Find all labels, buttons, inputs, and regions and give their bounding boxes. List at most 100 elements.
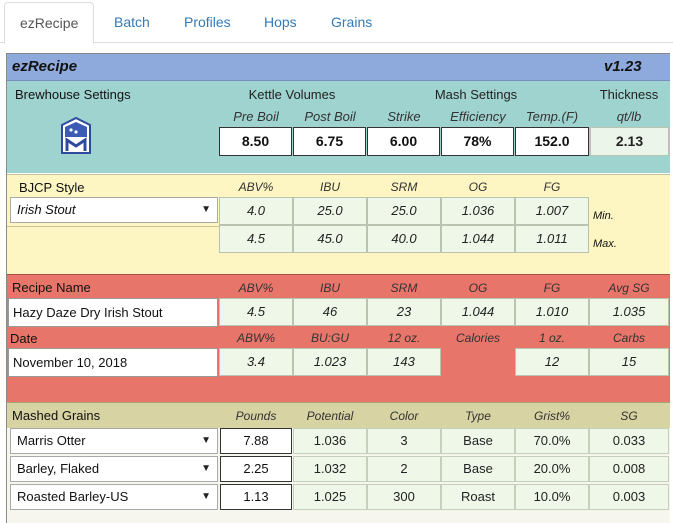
mashed-grains-label: Mashed Grains — [12, 408, 101, 423]
bjcp-min-fg: 1.007 — [515, 197, 589, 225]
bjcp-style-label: BJCP Style — [19, 180, 85, 195]
recipe-abv-header: ABV% — [238, 281, 274, 295]
bjcp-srm-header: SRM — [390, 180, 418, 194]
post-boil-header: Post Boil — [304, 109, 356, 124]
date-label: Date — [10, 331, 38, 346]
grain-pounds-input[interactable]: 2.25 — [220, 456, 292, 482]
bjcp-divider — [7, 226, 219, 227]
grain-potential: 1.036 — [293, 428, 367, 454]
grain-name: Marris Otter — [17, 433, 86, 448]
bjcp-min-label: Min. — [593, 210, 614, 222]
grain-color: 3 — [367, 428, 441, 454]
abw-header: ABW% — [236, 331, 275, 345]
tab-profiles[interactable]: Profiles — [169, 2, 246, 43]
kettle-volumes-label: Kettle Volumes — [248, 87, 336, 102]
grain-name: Roasted Barley-US — [17, 489, 129, 504]
bjcp-min-ibu: 25.0 — [293, 197, 367, 225]
bugu-value: 1.023 — [293, 348, 367, 376]
grains-header: Mashed Grains Pounds Potential Color Typ… — [7, 402, 670, 428]
bjcp-style-value: Irish Stout — [17, 202, 76, 217]
temp-input[interactable]: 152.0 — [515, 127, 589, 156]
calories-1oz-value: 12 — [515, 348, 589, 376]
recipe-fg-value: 1.010 — [515, 298, 589, 326]
bjcp-min-abv: 4.0 — [219, 197, 293, 225]
recipe-og-value: 1.044 — [441, 298, 515, 326]
pre-boil-header: Pre Boil — [233, 109, 279, 124]
brewhouse-logo-icon — [59, 115, 93, 155]
grain-potential: 1.025 — [293, 484, 367, 510]
bjcp-abv-header: ABV% — [238, 180, 274, 194]
carbs-value: 15 — [589, 348, 669, 376]
chevron-down-icon: ▼ — [201, 204, 211, 215]
tab-batch[interactable]: Batch — [99, 2, 165, 43]
grain-select[interactable]: Marris Otter ▼ — [10, 428, 218, 454]
grain-grist-header: Grist% — [534, 409, 570, 423]
recipe-sheet: ezRecipe v1.23 Brewhouse Settings Kettle… — [6, 53, 670, 523]
recipe-abv-value: 4.5 — [219, 298, 293, 326]
strike-input[interactable]: 6.00 — [367, 127, 440, 156]
grain-grist: 20.0% — [515, 456, 589, 482]
thickness-value: 2.13 — [590, 127, 669, 156]
grain-grist: 10.0% — [515, 484, 589, 510]
grain-pounds-input[interactable]: 7.88 — [220, 428, 292, 454]
grain-type-header: Type — [465, 409, 491, 423]
mash-settings-label: Mash Settings — [434, 87, 518, 102]
grain-type: Base — [441, 456, 515, 482]
bjcp-ibu-header: IBU — [319, 180, 340, 194]
efficiency-input[interactable]: 78% — [441, 127, 514, 156]
tab-hops[interactable]: Hops — [249, 2, 312, 43]
sheet-header: ezRecipe v1.23 — [7, 54, 670, 81]
calories-12oz-value: 143 — [367, 348, 441, 376]
tab-grains[interactable]: Grains — [316, 2, 387, 43]
chevron-down-icon: ▼ — [201, 463, 211, 474]
bjcp-max-srm: 40.0 — [367, 225, 441, 253]
chevron-down-icon: ▼ — [201, 491, 211, 502]
tab-bar: ezRecipe Batch Profiles Hops Grains — [0, 0, 673, 44]
temp-header: Temp.(F) — [525, 109, 579, 124]
recipe-avg-sg-header: Avg SG — [608, 281, 650, 295]
recipe-avg-sg-value: 1.035 — [589, 298, 669, 326]
date-input[interactable]: November 10, 2018 — [8, 348, 218, 377]
pre-boil-input[interactable]: 8.50 — [219, 127, 292, 156]
grain-type: Base — [441, 428, 515, 454]
grain-select[interactable]: Roasted Barley-US ▼ — [10, 484, 218, 510]
recipe-section: Recipe Name ABV% IBU SRM OG FG Avg SG Ha… — [7, 274, 670, 402]
recipe-ibu-value: 46 — [293, 298, 367, 326]
oz1-header: 1 oz. — [538, 331, 565, 345]
bjcp-style-select[interactable]: Irish Stout ▼ — [10, 197, 218, 223]
post-boil-input[interactable]: 6.75 — [293, 127, 366, 156]
bjcp-min-srm: 25.0 — [367, 197, 441, 225]
oz12-header: 12 oz. — [387, 331, 421, 345]
bjcp-max-ibu: 45.0 — [293, 225, 367, 253]
grain-name: Barley, Flaked — [17, 461, 100, 476]
bjcp-max-fg: 1.011 — [515, 225, 589, 253]
recipe-fg-header: FG — [543, 281, 561, 295]
recipe-name-input[interactable]: Hazy Daze Dry Irish Stout — [8, 298, 218, 327]
recipe-name-label: Recipe Name — [12, 280, 91, 295]
grain-grist: 70.0% — [515, 428, 589, 454]
grain-sg: 0.008 — [589, 456, 669, 482]
carbs-header: Carbs — [612, 331, 645, 345]
grain-sg-header: SG — [620, 409, 638, 423]
calories-header: Calories — [455, 331, 500, 345]
grains-list: Marris Otter ▼ 7.88 1.036 3 Base 70.0% 0… — [7, 428, 670, 523]
thickness-label: Thickness — [599, 87, 659, 102]
recipe-ibu-header: IBU — [319, 281, 340, 295]
strike-header: Strike — [387, 109, 421, 124]
bjcp-max-abv: 4.5 — [219, 225, 293, 253]
grain-color: 2 — [367, 456, 441, 482]
bjcp-max-og: 1.044 — [441, 225, 515, 253]
grain-potential: 1.032 — [293, 456, 367, 482]
recipe-srm-header: SRM — [390, 281, 418, 295]
tab-ezrecipe[interactable]: ezRecipe — [4, 2, 95, 44]
bjcp-fg-header: FG — [543, 180, 561, 194]
chevron-down-icon: ▼ — [201, 435, 211, 446]
brewhouse-label: Brewhouse Settings — [15, 87, 131, 102]
version-label: v1.23 — [604, 58, 642, 75]
grain-select[interactable]: Barley, Flaked ▼ — [10, 456, 218, 482]
grain-sg: 0.033 — [589, 428, 669, 454]
bjcp-section: BJCP Style ABV% IBU SRM OG FG Irish Stou… — [7, 174, 670, 274]
sheet-title: ezRecipe — [12, 58, 78, 75]
thickness-unit: qt/lb — [616, 109, 642, 124]
grain-pounds-input[interactable]: 1.13 — [220, 484, 292, 510]
